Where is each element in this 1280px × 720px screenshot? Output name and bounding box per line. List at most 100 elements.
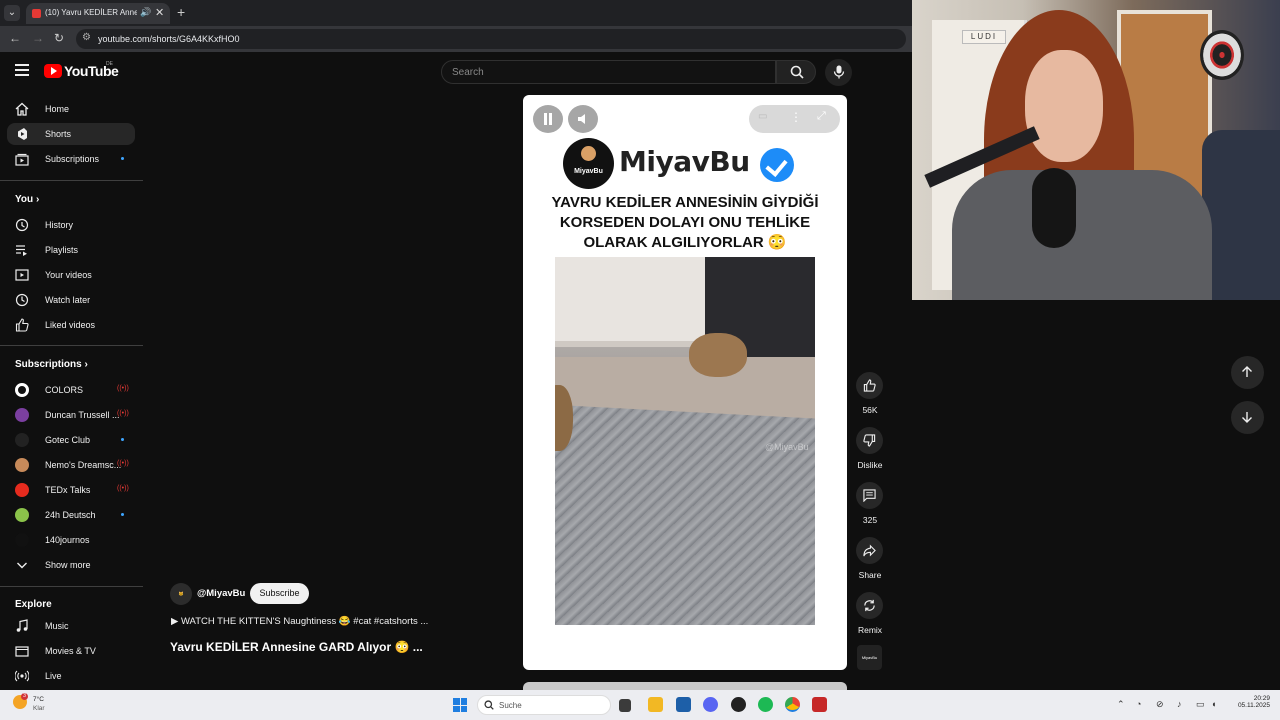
volume-button[interactable] bbox=[568, 105, 598, 133]
channel-avatar bbox=[15, 383, 29, 397]
channel-handle[interactable]: @MiyavBu bbox=[197, 588, 245, 599]
sidebar-item-home[interactable]: Home bbox=[7, 98, 135, 120]
discord-icon[interactable] bbox=[703, 697, 718, 712]
subscribe-button[interactable]: Subscribe bbox=[250, 583, 309, 604]
video-watermark: @MiyavBu bbox=[765, 442, 809, 452]
explore-section-heading: Explore bbox=[15, 599, 52, 610]
speaker-icon[interactable]: ◖ bbox=[1211, 699, 1216, 709]
sidebar-item-liked-videos[interactable]: Liked videos bbox=[7, 314, 135, 336]
network-app-icon[interactable]: ◔ bbox=[1136, 699, 1141, 709]
forward-icon[interactable]: → bbox=[32, 31, 44, 45]
subscription-item[interactable]: Duncan Trussell ... ((•)) bbox=[7, 404, 135, 426]
history-icon bbox=[15, 218, 29, 232]
captions-icon[interactable]: ▭ bbox=[758, 111, 767, 122]
subscription-name: Gotec Club bbox=[45, 435, 91, 445]
subscription-item[interactable]: 24h Deutsch bbox=[7, 504, 135, 526]
display-icon[interactable]: ▭ bbox=[1196, 699, 1205, 710]
previous-short-button[interactable] bbox=[1231, 356, 1264, 389]
back-icon[interactable]: ← bbox=[9, 31, 21, 45]
shorts-player[interactable]: ▭ ⋮ ⤢ MiyavBu MiyavBu YAVRU KEDİLER ANNE… bbox=[523, 95, 847, 670]
windows-start-icon[interactable] bbox=[453, 698, 467, 712]
sidebar-item-watch-later[interactable]: Watch later bbox=[7, 289, 135, 311]
channel-avatar bbox=[15, 458, 29, 472]
reload-icon[interactable]: ↻ bbox=[54, 31, 64, 45]
channel-avatar bbox=[15, 483, 29, 497]
sidebar-item-playlists[interactable]: Playlists bbox=[7, 239, 135, 261]
subscription-name: Duncan Trussell ... bbox=[45, 410, 120, 420]
spotify-icon[interactable] bbox=[758, 697, 773, 712]
obs-icon[interactable] bbox=[731, 697, 746, 712]
new-tab-icon[interactable]: + bbox=[177, 4, 185, 20]
tab-search-button[interactable]: ⌄ bbox=[4, 5, 20, 21]
channel-avatar[interactable]: 🐱 bbox=[170, 583, 192, 605]
subscriptions-section-heading[interactable]: Subscriptions › bbox=[15, 359, 88, 370]
show-more-button[interactable]: Show more bbox=[7, 554, 135, 576]
thumbs-up-icon bbox=[15, 318, 29, 332]
pause-icon bbox=[544, 113, 552, 125]
channel-logo: MiyavBu bbox=[563, 138, 614, 189]
remix-button[interactable] bbox=[856, 592, 883, 619]
sidebar-item-music[interactable]: Music bbox=[7, 615, 135, 637]
tab-close-icon[interactable]: ✕ bbox=[155, 6, 164, 19]
comments-button[interactable] bbox=[856, 482, 883, 509]
pause-button[interactable] bbox=[533, 105, 563, 133]
sidebar-item-history[interactable]: History bbox=[7, 214, 135, 236]
like-button[interactable] bbox=[856, 372, 883, 399]
tray-chevron-icon[interactable]: ⌃ bbox=[1117, 699, 1125, 710]
volume-icon bbox=[578, 114, 585, 124]
sidebar-item-your-videos[interactable]: Your videos bbox=[7, 264, 135, 286]
player-controls-pill: ▭ ⋮ ⤢ bbox=[749, 105, 840, 133]
search-input[interactable]: Search bbox=[441, 60, 776, 84]
youtube-logo-icon[interactable] bbox=[44, 64, 62, 78]
subscription-item[interactable]: COLORS ((•)) bbox=[7, 379, 135, 401]
subscription-item[interactable]: Gotec Club bbox=[7, 429, 135, 451]
chrome-icon[interactable] bbox=[785, 697, 800, 712]
subscription-item[interactable]: 140journos bbox=[7, 529, 135, 551]
you-section-heading[interactable]: You › bbox=[15, 194, 39, 205]
sidebar-item-label: Watch later bbox=[45, 295, 91, 305]
camera-off-icon[interactable]: ⊘ bbox=[1156, 699, 1164, 710]
audio-playing-icon[interactable]: 🔊 bbox=[140, 7, 151, 18]
subscription-name: 24h Deutsch bbox=[45, 510, 96, 520]
task-view-icon[interactable] bbox=[619, 699, 631, 712]
watch-later-icon bbox=[15, 293, 29, 307]
file-explorer-icon[interactable] bbox=[648, 697, 663, 712]
browser-tab[interactable]: (10) Yavru KEDİLER Annesin 🔊 ✕ bbox=[26, 3, 170, 24]
windows-taskbar: 3 7°C Klar bbox=[0, 690, 1280, 720]
channel-avatar bbox=[15, 533, 29, 547]
live-indicator-icon: ((•)) bbox=[117, 385, 129, 392]
more-options-icon[interactable]: ⋮ bbox=[790, 110, 802, 124]
store-icon[interactable] bbox=[676, 697, 691, 712]
taskbar-search[interactable]: Suche bbox=[477, 695, 611, 715]
share-icon bbox=[863, 544, 876, 557]
share-label: Share bbox=[858, 570, 882, 580]
url-field[interactable]: ⚙ youtube.com/shorts/G6A4KKxfHO0 bbox=[76, 29, 906, 49]
channel-thumbnail[interactable]: MiyavBu bbox=[857, 645, 882, 670]
sidebar-item-subscriptions[interactable]: Subscriptions bbox=[7, 148, 135, 170]
share-button[interactable] bbox=[856, 537, 883, 564]
app-icon[interactable] bbox=[812, 697, 827, 712]
live-indicator-icon: ((•)) bbox=[117, 460, 129, 467]
fullscreen-icon[interactable]: ⤢ bbox=[817, 110, 826, 123]
sidebar-item-live[interactable]: Live bbox=[7, 665, 135, 687]
comment-count: 325 bbox=[862, 515, 878, 525]
video-description[interactable]: ▶ WATCH THE KITTEN'S Naughtiness 😂 #cat … bbox=[171, 616, 428, 627]
voice-search-button[interactable] bbox=[825, 59, 852, 86]
sidebar-item-shorts[interactable]: Shorts bbox=[7, 123, 135, 145]
next-short-button[interactable] bbox=[1231, 401, 1264, 434]
rug bbox=[555, 404, 815, 625]
subscription-item[interactable]: TEDx Talks ((•)) bbox=[7, 479, 135, 501]
microphone-icon[interactable]: ♪ bbox=[1177, 699, 1182, 709]
video-title[interactable]: Yavru KEDİLER Annesine GARD Alıyor 😳 ... bbox=[170, 640, 423, 654]
dislike-button[interactable] bbox=[856, 427, 883, 454]
site-info-icon[interactable]: ⚙ bbox=[82, 32, 91, 43]
menu-icon[interactable] bbox=[15, 64, 29, 76]
sidebar-item-label: Movies & TV bbox=[45, 646, 96, 656]
taskbar-clock[interactable]: 20:29 05.11.2025 bbox=[1232, 695, 1270, 709]
playlists-icon bbox=[16, 245, 27, 256]
subscriptions-icon bbox=[15, 153, 29, 166]
subscription-item[interactable]: Nemo's Dreamsc... ((•)) bbox=[7, 454, 135, 476]
search-button[interactable] bbox=[776, 60, 816, 84]
comment-icon bbox=[863, 489, 876, 502]
sidebar-item-movies-tv[interactable]: Movies & TV bbox=[7, 640, 135, 662]
